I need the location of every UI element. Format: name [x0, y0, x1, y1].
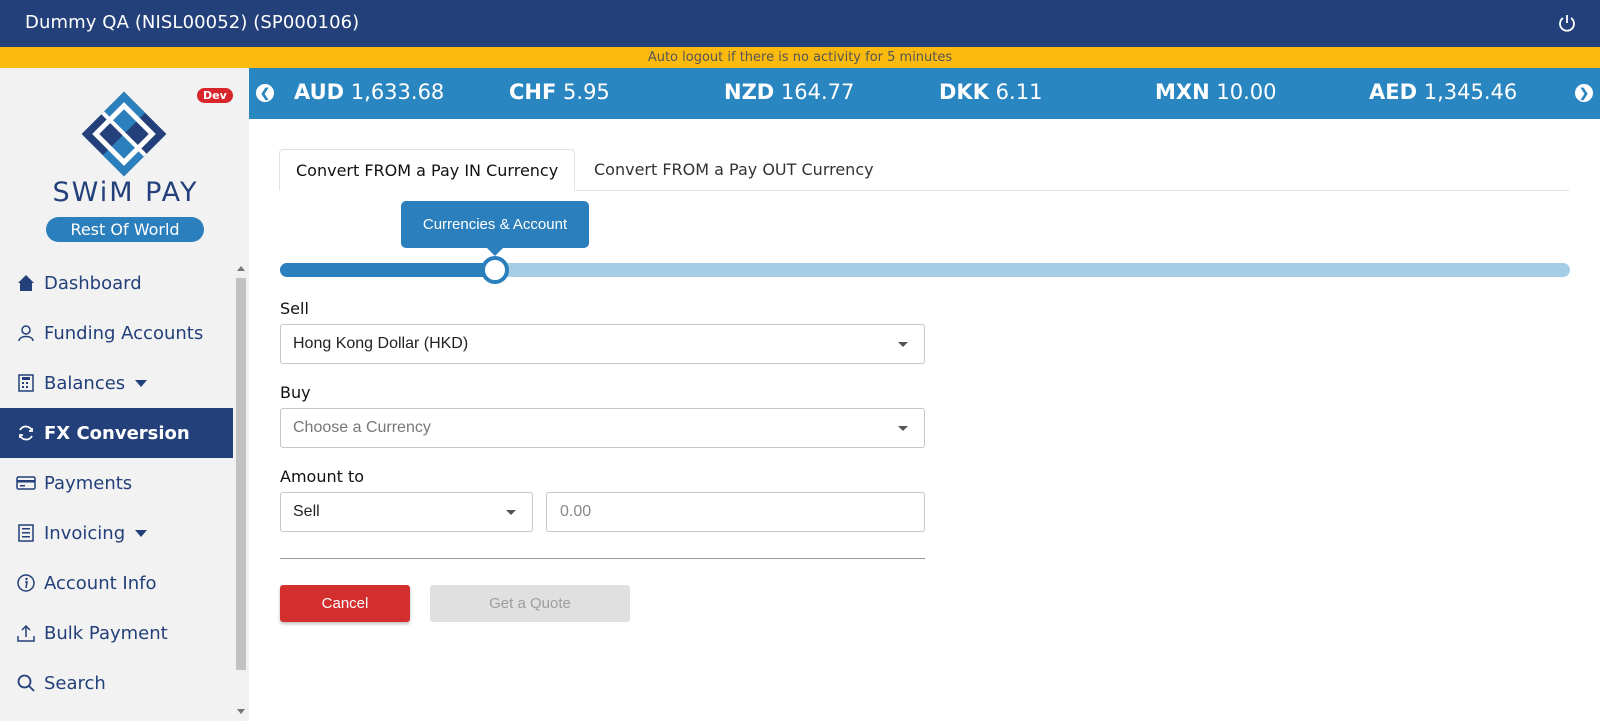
brand-name: SWiM PAY: [52, 177, 199, 208]
refresh-icon: [16, 423, 36, 443]
card-icon: [16, 473, 36, 493]
upload-icon: [16, 623, 36, 643]
list-icon: [16, 523, 36, 543]
sell-currency-select[interactable]: Hong Kong Dollar (HKD): [280, 324, 925, 364]
ticker-next-icon[interactable]: ❯: [1575, 84, 1593, 102]
currency-ticker: ❮ AUD 1,633.68 CHF 5.95 NZD 164.77 DKK 6…: [249, 68, 1600, 119]
chevron-down-icon: [898, 426, 908, 431]
cancel-button[interactable]: Cancel: [280, 585, 410, 622]
home-icon: [16, 273, 36, 293]
sidebar: Dev SWiM PAY Rest Of World Dashboard Fun…: [0, 68, 249, 721]
search-icon: [16, 673, 36, 693]
sidebar-item-funding-accounts[interactable]: Funding Accounts: [0, 308, 233, 358]
chevron-down-icon: [135, 379, 148, 387]
sidebar-item-dashboard[interactable]: Dashboard: [0, 258, 233, 308]
step-progress-handle[interactable]: [481, 256, 509, 284]
get-quote-button[interactable]: Get a Quote: [430, 585, 630, 622]
sidebar-item-invoicing[interactable]: Invoicing: [0, 508, 233, 558]
amount-label: Amount to: [280, 467, 365, 486]
step-tooltip: Currencies & Account: [401, 201, 589, 256]
region-badge: Rest Of World: [46, 217, 204, 242]
amount-type-select[interactable]: Sell: [280, 492, 533, 532]
buy-currency-select[interactable]: Choose a Currency: [280, 408, 925, 448]
chevron-down-icon: [135, 529, 148, 537]
ticker-prev-icon[interactable]: ❮: [256, 84, 274, 102]
power-icon[interactable]: [1556, 12, 1578, 34]
info-icon: [16, 573, 36, 593]
sidebar-item-payments[interactable]: Payments: [0, 458, 233, 508]
chevron-down-icon: [898, 342, 908, 347]
form-divider: [280, 558, 925, 559]
sidebar-item-account-info[interactable]: Account Info: [0, 558, 233, 608]
sidebar-item-fx-conversion[interactable]: FX Conversion: [0, 408, 233, 458]
user-icon: [16, 323, 36, 343]
sidebar-nav: Dashboard Funding Accounts Balances FX C…: [0, 258, 233, 708]
sell-label: Sell: [280, 299, 309, 318]
sidebar-item-label: Invoicing: [44, 522, 126, 544]
sidebar-item-label: Dashboard: [44, 272, 142, 294]
auto-logout-notice: Auto logout if there is no activity for …: [0, 47, 1600, 68]
sidebar-scroll-thumb[interactable]: [236, 278, 246, 670]
sidebar-item-balances[interactable]: Balances: [0, 358, 233, 408]
sidebar-item-label: Balances: [44, 372, 126, 394]
ticker-rate-nzd: NZD 164.77: [724, 80, 855, 104]
dev-badge: Dev: [197, 88, 233, 103]
sidebar-item-label: Account Info: [44, 572, 157, 594]
buy-label: Buy: [280, 383, 311, 402]
tab-pay-in[interactable]: Convert FROM a Pay IN Currency: [279, 149, 576, 191]
scroll-down-icon[interactable]: [237, 709, 245, 714]
sidebar-item-label: Bulk Payment: [44, 622, 168, 644]
tab-pay-out[interactable]: Convert FROM a Pay OUT Currency: [578, 149, 890, 191]
sidebar-item-bulk-payment[interactable]: Bulk Payment: [0, 608, 233, 658]
amount-type-value: Sell: [293, 503, 320, 520]
amount-input[interactable]: 0.00: [546, 492, 925, 532]
ticker-rate-mxn: MXN 10.00: [1155, 80, 1277, 104]
sell-currency-value: Hong Kong Dollar (HKD): [293, 335, 469, 352]
sidebar-item-label: Funding Accounts: [44, 322, 204, 344]
sidebar-item-search[interactable]: Search: [0, 658, 233, 708]
sidebar-item-label: Search: [44, 672, 106, 694]
chevron-down-icon: [506, 510, 516, 515]
conversion-tabs: Convert FROM a Pay IN Currency Convert F…: [279, 149, 1569, 191]
ticker-rate-aed: AED 1,345.46: [1369, 80, 1518, 104]
top-bar: Dummy QA (NISL00052) (SP000106): [0, 0, 1600, 47]
ticker-rate-chf: CHF 5.95: [509, 80, 610, 104]
step-progress-fill: [280, 263, 495, 277]
scroll-up-icon[interactable]: [237, 266, 245, 271]
buy-currency-placeholder: Choose a Currency: [293, 419, 431, 436]
sidebar-item-label: FX Conversion: [44, 422, 190, 444]
ticker-rate-aud: AUD 1,633.68: [294, 80, 445, 104]
calculator-icon: [16, 373, 36, 393]
sidebar-item-label: Payments: [44, 472, 133, 494]
ticker-rate-dkk: DKK 6.11: [939, 80, 1043, 104]
account-title: Dummy QA (NISL00052) (SP000106): [25, 12, 360, 33]
